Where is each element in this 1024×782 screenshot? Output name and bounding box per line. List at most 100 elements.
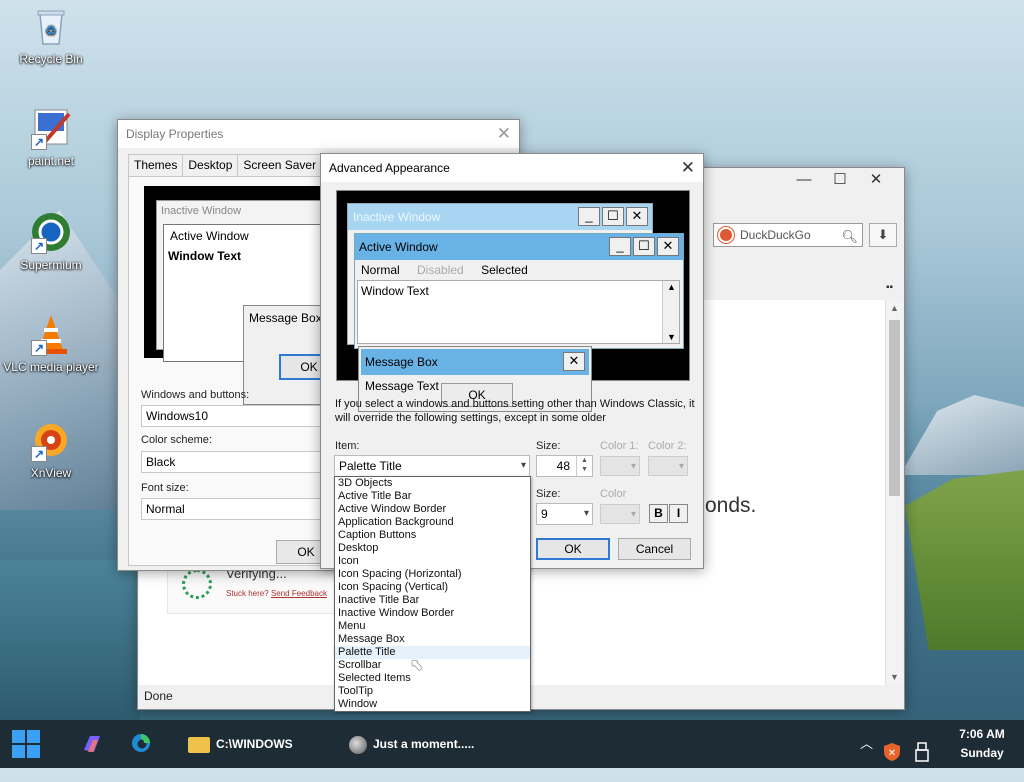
item-option[interactable]: Selected Items	[335, 672, 530, 685]
wallpaper-grass	[905, 470, 1024, 650]
scroll-thumb[interactable]	[889, 320, 900, 496]
preview-inactive-titlebar[interactable]: Inactive Window _ ☐ ✕	[348, 204, 652, 230]
grid-icon[interactable]: ▪▪	[886, 282, 893, 293]
preview-scrollbar[interactable]: ▲ ▼	[662, 281, 679, 343]
preview-menu-selected[interactable]: Selected	[481, 263, 528, 277]
search-box[interactable]: DuckDuckGo 🔍︎	[713, 223, 863, 247]
svg-text:♻: ♻	[45, 23, 57, 38]
usb-icon[interactable]	[914, 734, 930, 762]
close-icon: ✕	[563, 352, 585, 371]
preview-active-title: Active Window	[359, 240, 438, 254]
font-size-select[interactable]: 9 ▾	[536, 503, 593, 525]
item-option[interactable]: Icon Spacing (Horizontal)	[335, 568, 530, 581]
download-button[interactable]: ⬇	[869, 223, 897, 247]
preview-menu-disabled[interactable]: Disabled	[417, 263, 464, 277]
item-select[interactable]: Palette Title ▾	[334, 455, 530, 477]
size-label: Size:	[536, 440, 561, 452]
copilot-icon[interactable]	[80, 732, 104, 756]
item-select-value: Palette Title	[339, 459, 402, 473]
desktop-icon-paint-net[interactable]: ↗ paint.net	[3, 106, 99, 168]
browser-window-controls: — ☐ ✕	[786, 170, 894, 188]
item-option[interactable]: Desktop	[335, 542, 530, 555]
bold-button[interactable]: B	[649, 504, 668, 523]
windows-buttons-label: Windows and buttons:	[141, 389, 250, 401]
page-text-seconds: onds.	[705, 494, 757, 517]
preview-active-titlebar[interactable]: Active Window _ ☐ ✕	[355, 234, 683, 260]
preview-inactive-title: Inactive Window	[353, 210, 441, 224]
item-option[interactable]: Window	[335, 698, 530, 711]
desktop-icon-label: VLC media player	[3, 360, 99, 374]
send-feedback-link[interactable]: Send Feedback	[271, 589, 327, 598]
item-option[interactable]: Active Title Bar	[335, 490, 530, 503]
item-dropdown-list[interactable]: 3D Objects Active Title Bar Active Window …	[334, 476, 531, 712]
scroll-up-icon[interactable]: ▲	[890, 303, 899, 313]
close-icon[interactable]: ✕	[681, 154, 695, 182]
spinner-arrows-icon[interactable]: ▲ ▼	[576, 456, 592, 476]
maximize-icon[interactable]: ☐	[822, 170, 858, 188]
preview-active-window[interactable]: Active Window _ ☐ ✕ Normal Disabled Sele…	[354, 233, 684, 349]
color1-picker[interactable]: ▾	[600, 456, 640, 476]
maximize-icon: ☐	[633, 237, 655, 256]
scroll-up-icon: ▲	[667, 282, 676, 292]
clock[interactable]: 7:06 AM Sunday	[952, 725, 1012, 763]
preview-window-area[interactable]: Window Text ▲ ▼	[357, 280, 680, 344]
item-option[interactable]: Message Box	[335, 633, 530, 646]
item-option[interactable]: Menu	[335, 620, 530, 633]
close-icon[interactable]: ✕	[497, 120, 511, 148]
advanced-appearance-titlebar[interactable]: Advanced Appearance ✕	[321, 154, 703, 182]
size-spinner[interactable]: 48 ▲ ▼	[536, 455, 593, 477]
shield-icon[interactable]: ✕	[882, 734, 902, 761]
font-size-select[interactable]: Normal	[141, 498, 331, 520]
recycle-bin-icon: ♻	[29, 4, 73, 48]
color-scheme-select[interactable]: Black	[141, 451, 331, 473]
size-value: 48	[556, 459, 570, 473]
color2-label: Color 2:	[648, 440, 687, 452]
cancel-button[interactable]: Cancel	[618, 538, 691, 560]
item-option[interactable]: Scrollbar	[335, 659, 530, 672]
preview-menu-bar[interactable]: Normal Disabled Selected	[355, 260, 683, 280]
desktop-icon-label: XnView	[30, 466, 72, 480]
browser-scrollbar[interactable]: ▲ ▼	[885, 300, 903, 685]
italic-button[interactable]: I	[669, 504, 688, 523]
desktop-icon-vlc[interactable]: ↗ VLC media player	[3, 312, 99, 374]
tab-themes[interactable]: Themes	[128, 154, 184, 176]
item-option[interactable]: Palette Title	[335, 646, 530, 659]
taskbar-explorer[interactable]: C:\WINDOWS	[188, 720, 293, 768]
item-option[interactable]: Icon	[335, 555, 530, 568]
search-icon[interactable]: 🔍︎	[841, 226, 858, 248]
status-bar-text: Done	[144, 689, 173, 703]
close-icon[interactable]: ✕	[858, 170, 894, 188]
item-option[interactable]: ToolTip	[335, 685, 530, 698]
tab-strip: Themes Desktop Screen Saver A	[128, 154, 342, 176]
item-option[interactable]: Application Background	[335, 516, 530, 529]
item-option[interactable]: Inactive Window Border	[335, 607, 530, 620]
tab-desktop[interactable]: Desktop	[182, 154, 239, 176]
windows-buttons-select[interactable]: Windows10	[141, 405, 331, 427]
start-button[interactable]	[12, 730, 40, 758]
preview-menu-normal[interactable]: Normal	[361, 263, 400, 277]
item-option[interactable]: Caption Buttons	[335, 529, 530, 542]
item-option[interactable]: 3D Objects	[335, 477, 530, 490]
minimize-icon[interactable]: —	[786, 171, 822, 188]
font-color-picker[interactable]: ▾	[600, 504, 640, 524]
chevron-down-icon: ▾	[678, 461, 684, 472]
taskbar-browser[interactable]: Just a moment.....	[349, 720, 474, 768]
supermium-icon: ↗	[29, 210, 73, 254]
desktop-icon-recycle-bin[interactable]: ♻ Recycle Bin	[3, 4, 99, 66]
desktop-icon-supermium[interactable]: ↗ Supermium	[3, 210, 99, 272]
desktop-icon-xnview[interactable]: ↗ XnView	[3, 418, 99, 480]
preview-message-titlebar[interactable]: Message Box ✕	[361, 349, 589, 375]
item-option[interactable]: Icon Spacing (Vertical)	[335, 581, 530, 594]
ok-button[interactable]: OK	[536, 538, 610, 560]
font-size-label: Font size:	[141, 482, 189, 494]
item-option[interactable]: Inactive Title Bar	[335, 594, 530, 607]
item-option[interactable]: Active Window Border	[335, 503, 530, 516]
advanced-preview[interactable]: Inactive Window _ ☐ ✕ Active Window _ ☐ …	[336, 190, 690, 412]
spinner-icon	[182, 569, 212, 599]
scroll-down-icon[interactable]: ▼	[890, 672, 899, 682]
display-properties-titlebar[interactable]: Display Properties ✕	[118, 120, 519, 148]
chevron-up-icon[interactable]: ︿	[860, 720, 873, 768]
color2-picker[interactable]: ▾	[648, 456, 688, 476]
edge-icon[interactable]	[130, 732, 154, 756]
tab-screen-saver[interactable]: Screen Saver	[237, 154, 323, 176]
